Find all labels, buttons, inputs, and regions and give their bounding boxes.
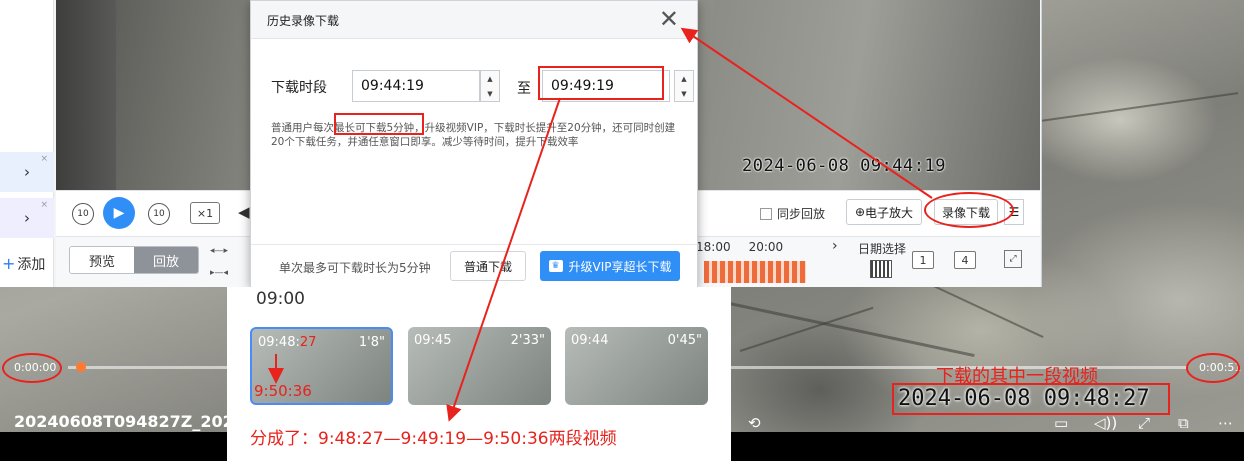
mode-toggle: 预览 回放 [69, 246, 199, 274]
start-time-input[interactable]: 09:44:19 [352, 70, 480, 102]
timeline-scale-arrows[interactable]: ◂—▸ ▸—◂ [210, 240, 228, 284]
clip-thumbnail[interactable]: 09:45 2'33" [408, 327, 551, 405]
clip-start: 09:48: [258, 335, 300, 350]
chevron-right-icon[interactable]: › [832, 238, 838, 254]
segment-annotation: 下载的其中一段视频 [936, 366, 1098, 387]
loop-icon[interactable]: ⟲ [748, 414, 761, 432]
timeline-tick: 18:00 [696, 240, 731, 254]
zoom-in-icon: ⊕ [854, 205, 866, 219]
expand-icon[interactable]: ⤢ [1138, 414, 1150, 432]
close-icon[interactable]: × [40, 200, 48, 210]
clip-duration: 2'33" [510, 333, 545, 348]
to-label: 至 [517, 81, 531, 97]
tab-preview[interactable]: 预览 [70, 247, 134, 273]
recording-segments[interactable] [704, 261, 806, 283]
tab-playback[interactable]: 回放 [134, 247, 198, 273]
checkbox-box [760, 207, 772, 220]
layout-1-button[interactable]: 1 [912, 251, 934, 269]
pip-icon[interactable]: ⧉ [1178, 414, 1189, 432]
download-note: 普通用户每次最长可下载5分钟，升级视频VIP，下载时长提升至20分钟，还可同时创… [271, 122, 676, 148]
clip-thumbnail[interactable]: 09:44 0'45" [565, 327, 708, 405]
volume-icon[interactable]: ◁)) [1094, 414, 1117, 432]
speed-button[interactable]: ×1 [190, 202, 220, 224]
plus-icon: + [2, 254, 16, 273]
preview-wall [56, 0, 116, 190]
normal-download-button[interactable]: 普通下载 [450, 251, 526, 281]
subtitle-icon[interactable]: ▭ [1054, 414, 1068, 432]
more-icon[interactable]: ⋯ [1218, 414, 1233, 432]
dialog-header: 历史录像下载 ✕ [251, 1, 697, 39]
rewind-10-icon[interactable]: 10 [72, 203, 94, 225]
volume-icon[interactable]: ◀ [238, 203, 250, 221]
annotation-ellipse-start [2, 353, 62, 383]
chevron-down-icon[interactable]: ▼ [681, 90, 686, 98]
progress-handle[interactable] [76, 362, 86, 372]
clip-duration: 1'8" [358, 335, 385, 350]
timeline-tick: 20:00 [748, 240, 784, 254]
chevron-up-icon[interactable]: ▲ [681, 75, 686, 83]
crown-icon: ♛ [548, 260, 563, 272]
close-icon[interactable]: ✕ [659, 5, 679, 33]
sync-playback-checkbox[interactable]: 同步回放 [760, 205, 825, 222]
file-name: 20240608T094827Z_2024 [14, 412, 227, 431]
clip-end-annotation: 9:50:36 [254, 382, 312, 400]
chevron-up-icon[interactable]: ▲ [487, 75, 492, 83]
preview-timestamp: 2024-06-08 09:44:19 [742, 156, 946, 176]
split-annotation: 分成了：9:48:27—9:49:19—9:50:36两段视频 [250, 429, 617, 449]
play-icon: ▶ [113, 205, 125, 221]
add-channel-button[interactable]: + 添加 [2, 254, 45, 274]
history-download-dialog: 历史录像下载 ✕ 下载时段 09:44:19 ▲ ▼ 至 09:49:19 ▲ ▼ … [250, 0, 698, 288]
channel-item[interactable]: › × [0, 152, 54, 192]
layout-4-button[interactable]: 4 [954, 251, 976, 269]
fullscreen-icon[interactable]: ⤢ [1004, 250, 1022, 268]
footer-limit-text: 单次最多可下载时长为5分钟 [279, 261, 431, 275]
timeline-ticks: 18:00 20:00 [696, 240, 783, 254]
clip-hour-label: 09:00 [256, 289, 305, 309]
start-time-stepper[interactable]: ▲ ▼ [480, 70, 500, 102]
period-label: 下载时段 [271, 80, 327, 96]
clip-start: 09:45 [414, 333, 452, 348]
channel-item[interactable]: › × [0, 198, 54, 238]
clip-duration: 0'45" [667, 333, 702, 348]
close-icon[interactable]: × [40, 154, 48, 164]
clip-start-seconds: 27 [299, 335, 317, 350]
forward-10-icon[interactable]: 10 [148, 203, 170, 225]
annotation-box-limit [334, 113, 424, 135]
channel-list: › × › × + 添加 [0, 0, 54, 287]
chevron-down-icon[interactable]: ▼ [487, 90, 492, 98]
clip-start: 09:44 [571, 333, 609, 348]
calendar-icon[interactable] [870, 260, 892, 278]
vip-download-button[interactable]: ♛ 升级VIP享超长下载 [540, 251, 680, 281]
zoom-button[interactable]: ⊕ 电子放大 [846, 199, 922, 225]
play-button[interactable]: ▶ [103, 197, 135, 229]
dialog-footer: 单次最多可下载时长为5分钟 普通下载 ♛ 升级VIP享超长下载 [251, 244, 697, 288]
annotation-ellipse-end [1186, 353, 1240, 383]
dialog-title: 历史录像下载 [267, 14, 340, 28]
date-select-label: 日期选择 [858, 242, 907, 256]
annotation-box-end-time [538, 66, 664, 100]
annotation-ellipse-download [924, 192, 1014, 228]
end-time-stepper[interactable]: ▲ ▼ [674, 70, 694, 102]
